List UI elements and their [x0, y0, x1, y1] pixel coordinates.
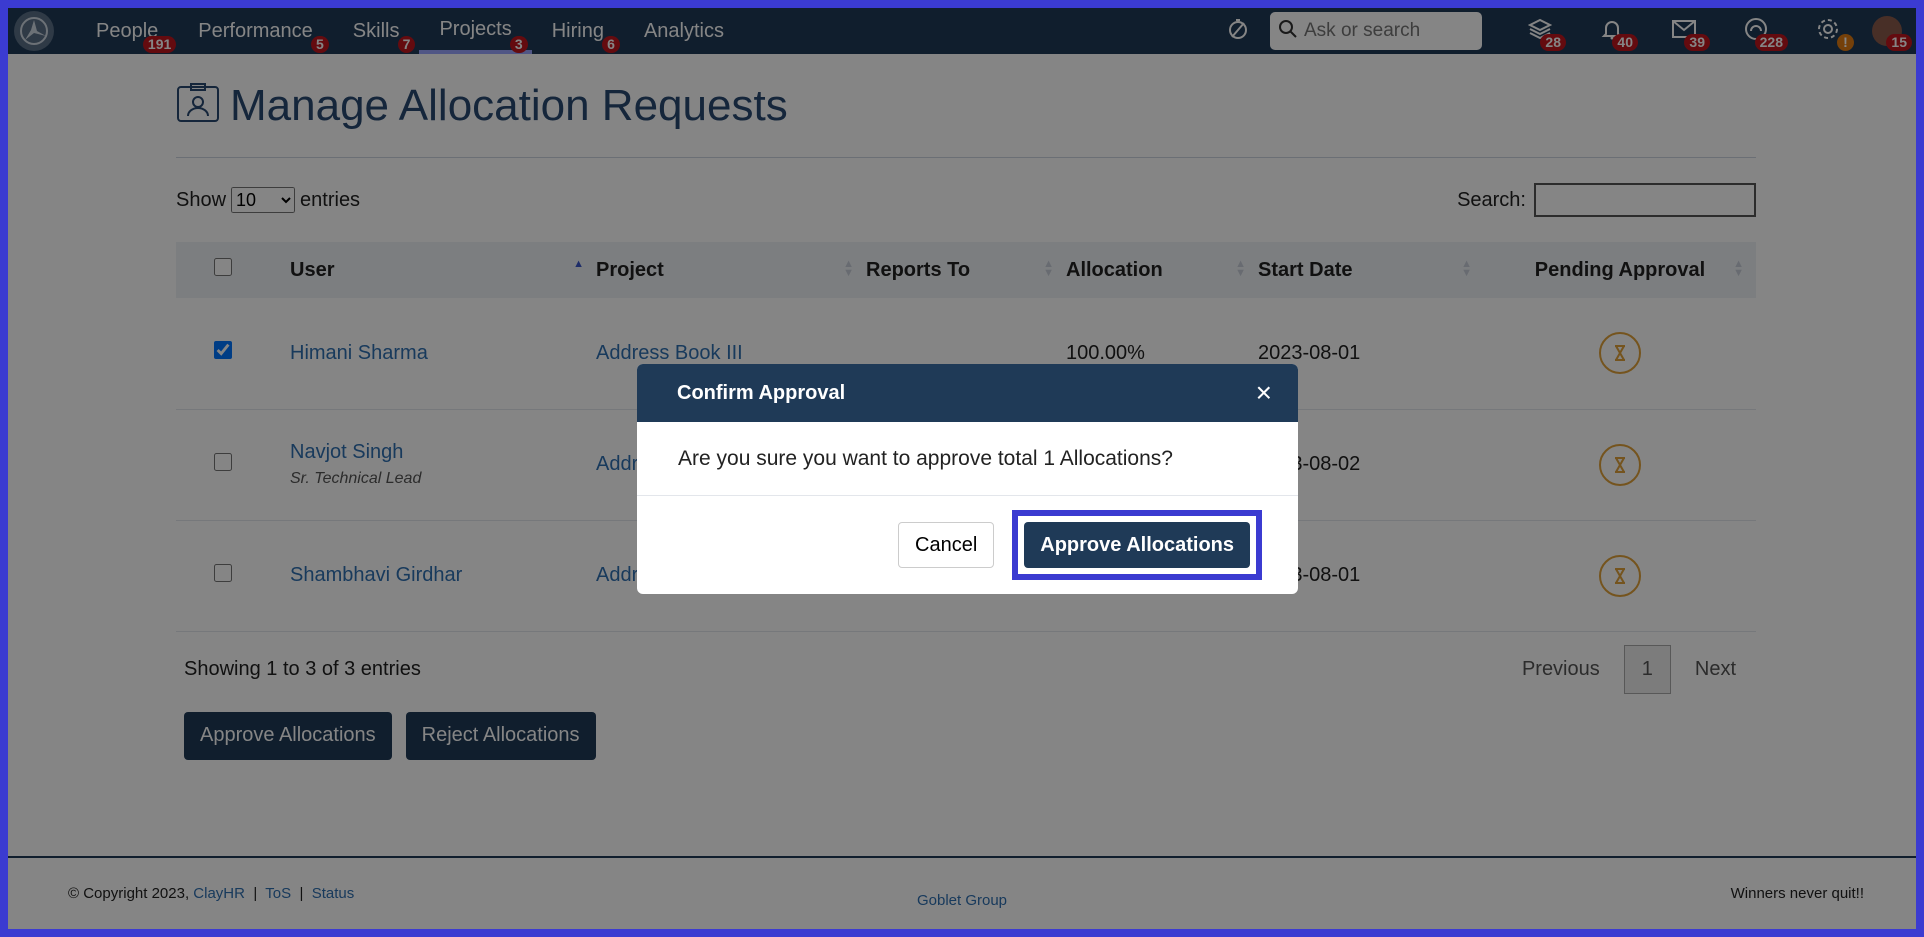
- confirm-approval-modal: Confirm Approval × Are you sure you want…: [637, 364, 1298, 594]
- close-icon[interactable]: ×: [1256, 377, 1272, 409]
- confirm-approve-button[interactable]: Approve Allocations: [1024, 522, 1250, 568]
- cancel-button[interactable]: Cancel: [898, 522, 995, 568]
- modal-header: Confirm Approval ×: [637, 364, 1298, 422]
- app-frame: People 191 Performance 5 Skills 7 Projec…: [8, 8, 1916, 929]
- modal-body: Are you sure you want to approve total 1…: [637, 422, 1298, 496]
- modal-title: Confirm Approval: [677, 381, 846, 404]
- modal-footer: Cancel Approve Allocations: [637, 496, 1298, 594]
- modal-message: Are you sure you want to approve total 1…: [678, 446, 1173, 470]
- approve-button-highlight: Approve Allocations: [1012, 510, 1262, 580]
